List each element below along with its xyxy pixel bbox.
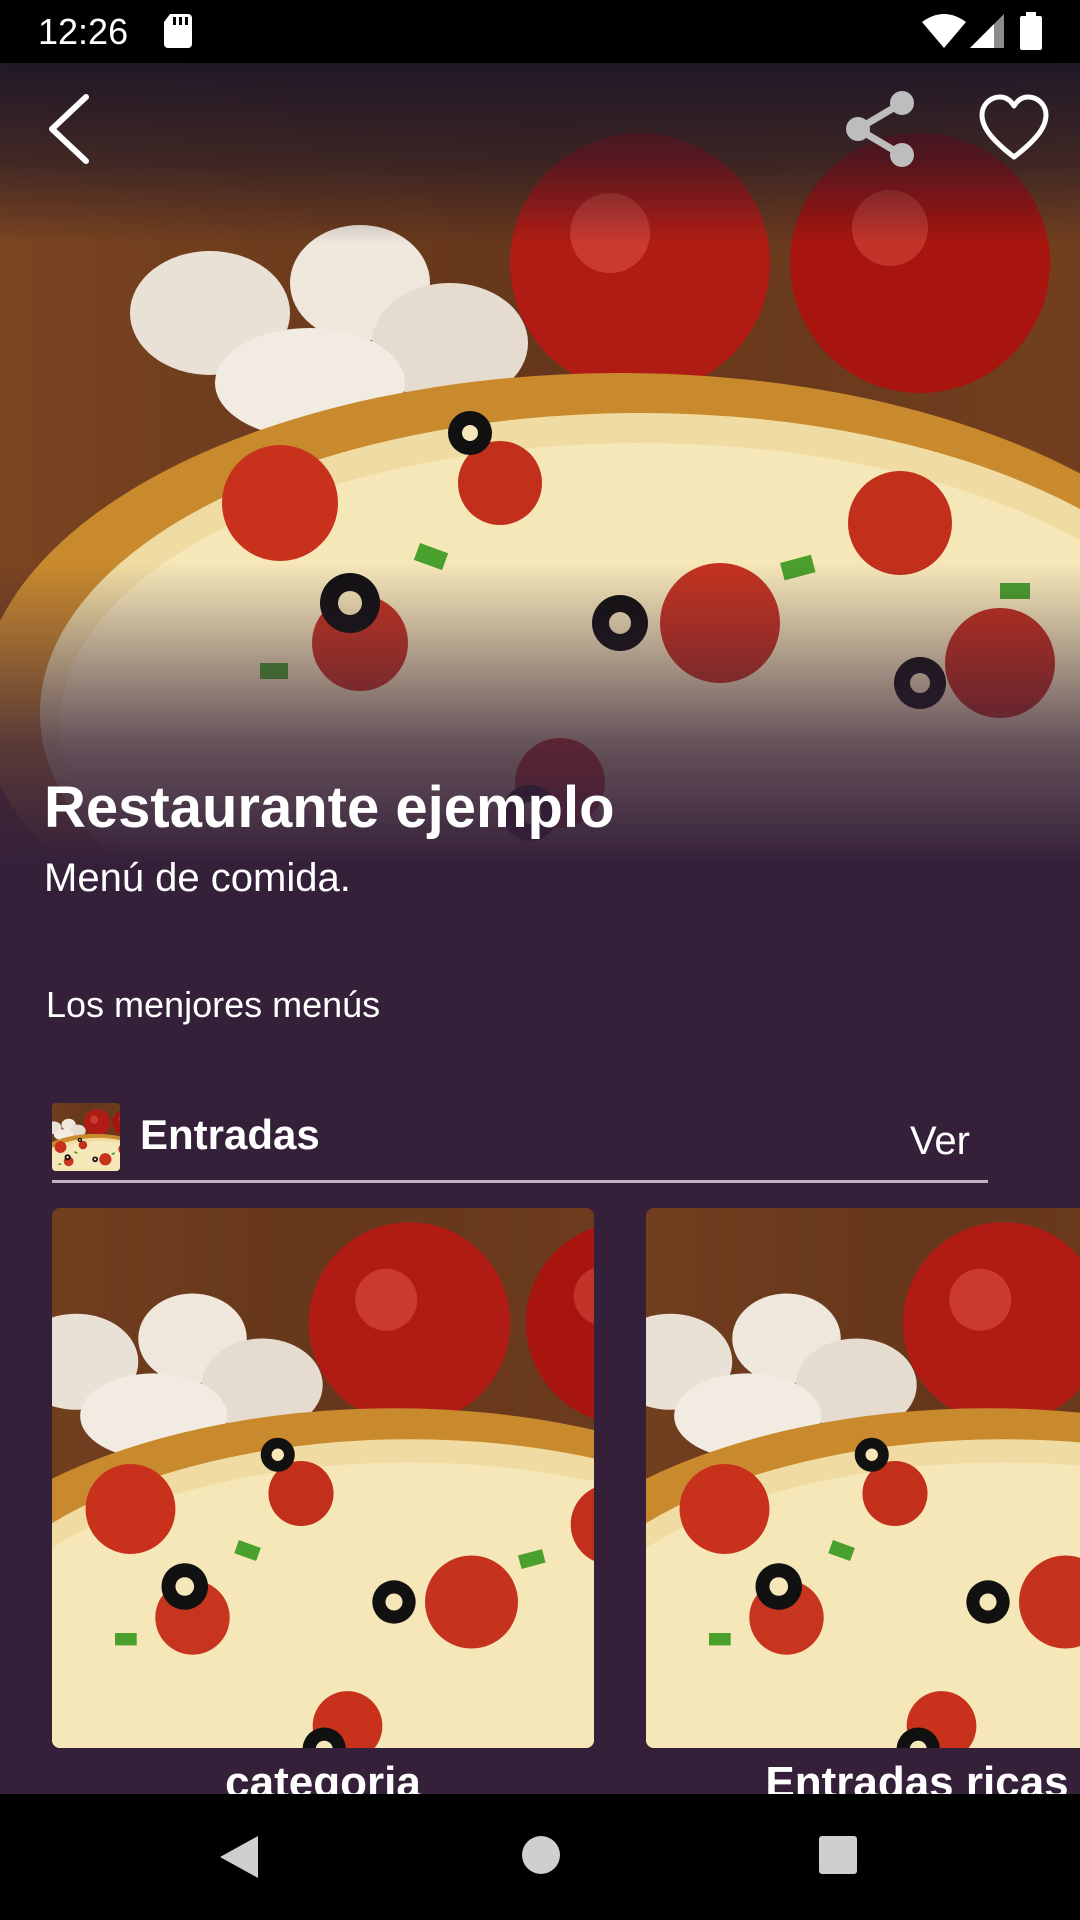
view-more-link[interactable]: Ver: [910, 1117, 970, 1165]
back-triangle-icon: [220, 1836, 258, 1878]
hero-banner: [0, 63, 1080, 863]
section-thumbnail: [52, 1103, 120, 1171]
share-button[interactable]: [840, 89, 920, 169]
category-carousel[interactable]: categoria Entradas ricas: [0, 1208, 1080, 1794]
restaurant-tagline: Los menjores menús: [46, 984, 381, 1025]
home-circle-icon: [522, 1836, 560, 1874]
battery-icon: [1020, 12, 1042, 50]
status-time: 12:26: [38, 11, 129, 52]
nav-home-button[interactable]: [520, 1834, 562, 1876]
card-label: Entradas ricas: [765, 1758, 1069, 1794]
share-icon: [846, 91, 914, 167]
restaurant-screen: Restaurante ejemplo Menú de comida. Los …: [0, 63, 1080, 1794]
section-title: Entradas: [140, 1111, 320, 1158]
sd-card-icon: [164, 14, 192, 48]
status-bar: 12:26: [0, 0, 1080, 63]
wifi-icon: [922, 14, 966, 48]
category-card[interactable]: Entradas ricas: [646, 1208, 1080, 1794]
restaurant-name: Restaurante ejemplo: [44, 775, 615, 840]
recents-square-icon: [819, 1836, 857, 1874]
restaurant-subtitle: Menú de comida.: [44, 856, 351, 900]
nav-back-button[interactable]: [214, 1832, 264, 1882]
signal-icon: [970, 14, 1004, 48]
card-image: [52, 1208, 594, 1748]
nav-recents-button[interactable]: [817, 1834, 859, 1876]
category-card[interactable]: categoria: [52, 1208, 594, 1794]
heart-icon: [979, 94, 1049, 160]
favorite-button[interactable]: [978, 93, 1050, 165]
card-image: [646, 1208, 1080, 1748]
card-label: categoria: [225, 1758, 421, 1794]
back-button[interactable]: [40, 89, 100, 169]
chevron-left-icon: [49, 94, 89, 164]
navigation-bar: [0, 1794, 1080, 1920]
section-header-entradas: Entradas Ver: [52, 1103, 988, 1183]
